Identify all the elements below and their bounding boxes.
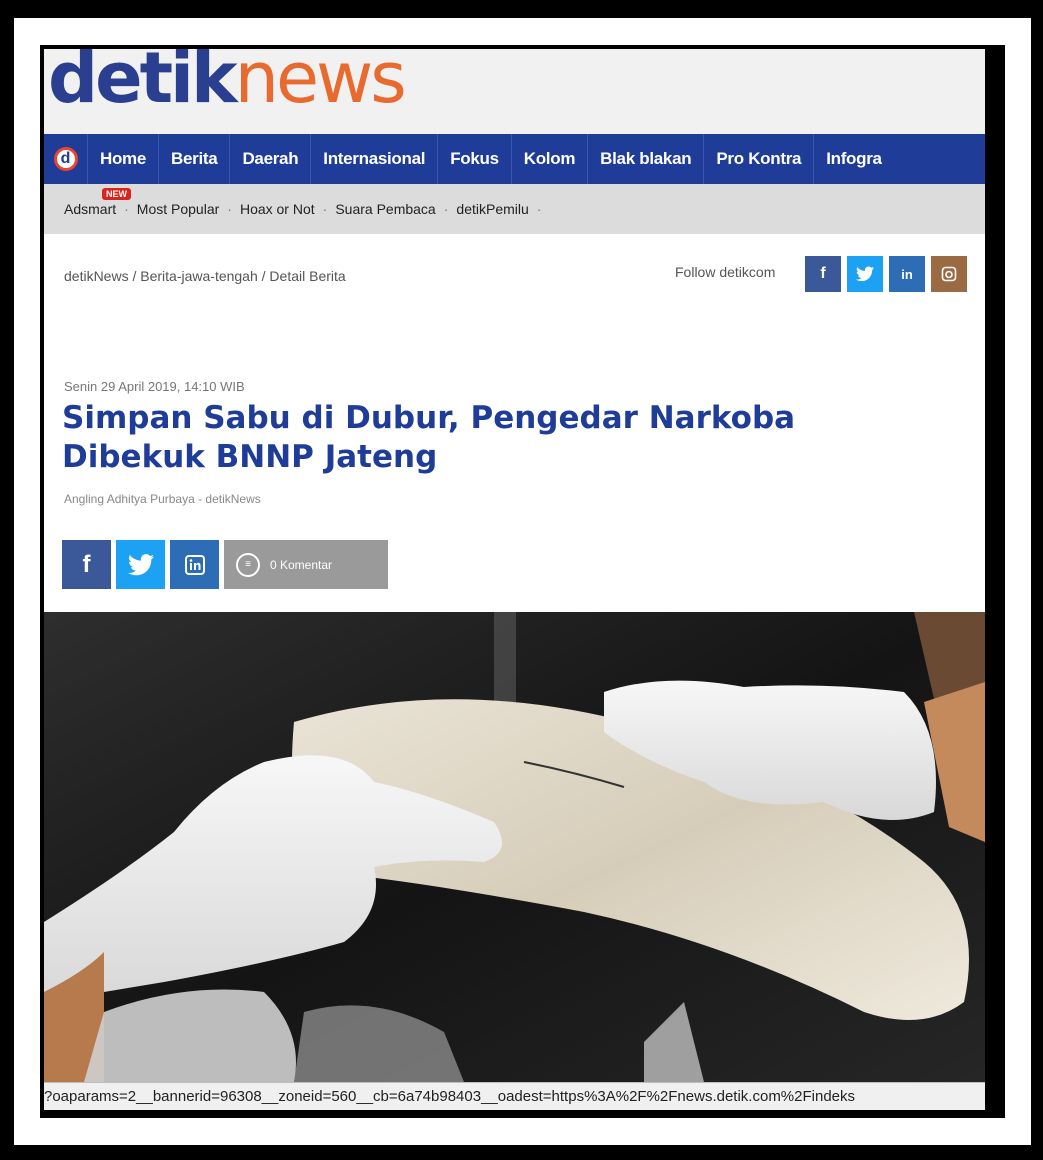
article-title: Simpan Sabu di Dubur, Pengedar Narkoba D… (62, 400, 796, 475)
subnav-item-adsmart[interactable]: Adsmart (64, 201, 116, 217)
nav-item-berita[interactable]: Berita (159, 134, 231, 184)
site-logo[interactable]: detiknews (48, 49, 407, 113)
header-logo-bar: detiknews (44, 49, 985, 134)
detik-d-icon: d (53, 147, 78, 171)
new-badge: NEW (102, 188, 131, 200)
browser-page: detiknews d Home Berita Daerah Internasi… (44, 49, 985, 1110)
screenshot-border-outer: detiknews d Home Berita Daerah Internasi… (14, 18, 1031, 1145)
nav-item-home[interactable]: Home (88, 134, 160, 184)
comment-count-label: 0 Komentar (270, 557, 333, 572)
subnav-separator: · (443, 201, 449, 217)
detik-home-icon[interactable]: d (44, 134, 88, 184)
subnav-separator: · (227, 201, 232, 217)
subnav-separator: · (322, 201, 328, 217)
breadcrumb-row: detikNews / Berita-jawa-tengah / Detail … (44, 234, 985, 304)
nav-item-infografis[interactable]: Infogra (814, 134, 894, 184)
sub-nav: NEW Adsmart · Most Popular · Hoax or Not… (44, 184, 985, 234)
breadcrumb[interactable]: detikNews / Berita-jawa-tengah / Detail … (64, 268, 346, 284)
comment-icon: ≡ (236, 552, 260, 577)
subnav-item-hoax-or-not[interactable]: Hoax or Not (240, 201, 315, 217)
article-date: Senin 29 April 2019, 14:10 WIB (64, 379, 245, 394)
subnav-separator: · (536, 201, 542, 217)
article-main-photo[interactable] (44, 612, 985, 1082)
share-twitter-icon[interactable] (116, 540, 165, 589)
subnav-item-suara-pembaca[interactable]: Suara Pembaca (335, 201, 435, 217)
subnav-item-most-popular[interactable]: Most Popular (137, 201, 219, 217)
main-nav: d Home Berita Daerah Internasional Fokus… (44, 134, 985, 184)
nav-item-fokus[interactable]: Fokus (438, 134, 512, 184)
follow-facebook-icon[interactable]: f (805, 256, 841, 292)
logo-text-news: news (234, 49, 407, 119)
nav-item-internasional[interactable]: Internasional (311, 134, 439, 184)
follow-instagram-icon[interactable] (931, 256, 967, 292)
nav-item-kolom[interactable]: Kolom (512, 134, 589, 184)
logo-text-detik: detik (48, 49, 238, 119)
subnav-item-detikpemilu[interactable]: detikPemilu (456, 201, 528, 217)
nav-item-blak-blakan[interactable]: Blak blakan (588, 134, 705, 184)
nav-item-daerah[interactable]: Daerah (230, 134, 312, 184)
screenshot-border-inner: detiknews d Home Berita Daerah Internasi… (40, 45, 1005, 1118)
share-facebook-icon[interactable]: f (62, 540, 111, 589)
follow-twitter-icon[interactable] (847, 256, 883, 292)
nav-item-pro-kontra[interactable]: Pro Kontra (704, 134, 815, 184)
status-bar-url: ?oaparams=2__bannerid=96308__zoneid=560_… (44, 1082, 985, 1110)
follow-label: Follow detikcom (675, 264, 776, 280)
follow-linkedin-icon[interactable]: in (889, 256, 925, 292)
comment-button[interactable]: ≡ 0 Komentar (224, 540, 388, 589)
share-linkedin-icon[interactable] (170, 540, 219, 589)
article-author[interactable]: Angling Adhitya Purbaya - detikNews (64, 492, 261, 506)
subnav-separator: · (124, 201, 129, 217)
